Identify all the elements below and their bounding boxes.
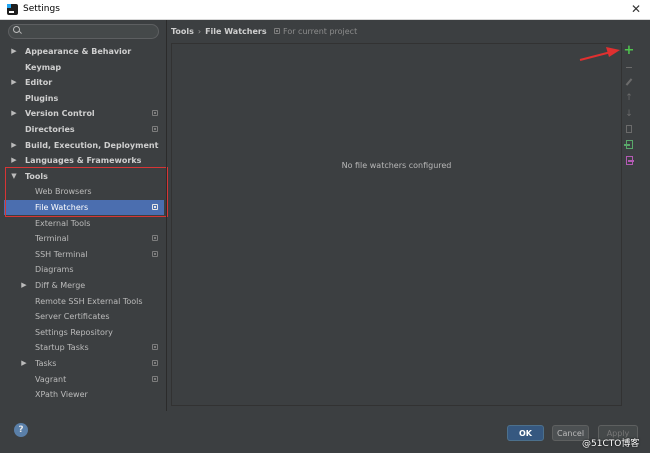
breadcrumb-parent[interactable]: Tools xyxy=(171,27,194,36)
sidebar-item-label: Terminal xyxy=(35,234,69,244)
sidebar-divider[interactable] xyxy=(166,20,167,411)
sidebar-item-label: Build, Execution, Deployment xyxy=(25,140,159,150)
sidebar-item[interactable]: Server Certificates xyxy=(4,309,164,324)
sidebar-item-label: Appearance & Behavior xyxy=(25,47,132,56)
expand-arrow-right-icon[interactable]: ▶ xyxy=(20,356,28,371)
search-input[interactable] xyxy=(25,25,153,38)
sidebar-item[interactable]: Startup Tasks xyxy=(4,340,164,355)
sidebar-item[interactable]: Keymap xyxy=(4,60,164,75)
expand-arrow-right-icon[interactable]: ▶ xyxy=(10,75,18,90)
sidebar-item[interactable]: ▶ Tasks xyxy=(4,356,164,371)
sidebar-item[interactable]: Terminal xyxy=(4,231,164,246)
breadcrumb-separator: › xyxy=(197,27,202,36)
sidebar-item[interactable]: ▶ Version Control xyxy=(4,106,164,121)
sidebar-item-label: SSH Terminal xyxy=(35,249,88,259)
file-watchers-list[interactable]: No file watchers configured xyxy=(171,43,622,406)
project-scope-icon xyxy=(274,28,280,34)
sidebar-item-label: Plugins xyxy=(25,93,59,103)
sidebar-item-label: External Tools xyxy=(35,218,91,228)
sidebar-item[interactable]: External Tools xyxy=(4,216,164,231)
sidebar-item[interactable]: XPath Viewer xyxy=(4,387,164,402)
sidebar-item[interactable]: Web Browsers xyxy=(4,184,164,199)
sidebar-item-label: Tasks xyxy=(35,359,57,368)
sidebar-item-label: Tools xyxy=(25,171,48,181)
sidebar-item-label: Version Control xyxy=(25,109,95,119)
project-scope-icon xyxy=(152,126,158,132)
sidebar-item[interactable]: ▶ Editor xyxy=(4,75,164,90)
project-scope-icon xyxy=(152,250,158,257)
sidebar-item[interactable]: ▶ Languages & Frameworks xyxy=(4,153,164,168)
project-scope-icon xyxy=(152,360,158,366)
export-icon[interactable] xyxy=(623,155,635,167)
sidebar-item[interactable]: ▼ Tools xyxy=(4,169,164,184)
remove-icon[interactable] xyxy=(623,61,635,73)
sidebar-item-label: Vagrant xyxy=(35,374,67,384)
sidebar-item[interactable]: SSH Terminal xyxy=(4,247,164,262)
expand-arrow-right-icon[interactable]: ▶ xyxy=(10,138,18,153)
sidebar-item[interactable]: Plugins xyxy=(4,91,164,106)
sidebar-item-label: File Watchers xyxy=(35,203,89,212)
title-bar: Settings ✕ xyxy=(0,0,650,20)
sidebar-item-label: Server Certificates xyxy=(35,312,110,322)
sidebar-item-label: Remote SSH External Tools xyxy=(35,296,143,306)
close-icon[interactable]: ✕ xyxy=(631,2,641,16)
sidebar-item-label: Startup Tasks xyxy=(35,343,89,353)
expand-arrow-right-icon[interactable]: ▶ xyxy=(10,153,18,168)
sidebar-item-label: Settings Repository xyxy=(35,327,113,337)
sidebar-item-label: Web Browsers xyxy=(35,187,92,197)
project-scope-icon xyxy=(152,110,158,117)
move-up-icon[interactable]: ↑ xyxy=(623,92,635,104)
sidebar-item[interactable]: Settings Repository xyxy=(4,325,164,340)
project-scope-icon xyxy=(152,344,158,351)
sidebar-item[interactable]: ▶ Build, Execution, Deployment xyxy=(4,138,164,153)
sidebar-item[interactable]: ▶ Appearance & Behavior xyxy=(4,44,164,59)
project-scope-label: For current project xyxy=(283,27,358,36)
sidebar-item-label: Directories xyxy=(25,125,75,134)
expand-arrow-right-icon[interactable]: ▶ xyxy=(10,106,18,121)
expand-arrow-right-icon[interactable]: ▶ xyxy=(20,278,28,293)
window-title: Settings xyxy=(23,4,60,14)
watermark-text: @51CTO博客 xyxy=(582,439,640,449)
settings-sidebar: ▶ Appearance & Behavior Keymap ▶ Editor Plugi… xyxy=(0,20,166,411)
sidebar-item[interactable]: Vagrant xyxy=(4,372,164,387)
sidebar-item[interactable]: Remote SSH External Tools xyxy=(4,294,164,309)
expand-arrow-down-icon[interactable]: ▼ xyxy=(10,169,18,184)
app-logo-icon xyxy=(7,4,18,15)
project-scope-icon xyxy=(152,375,158,382)
breadcrumb-current: File Watchers xyxy=(205,27,267,36)
add-icon[interactable]: + xyxy=(623,44,635,57)
ok-button[interactable]: OK xyxy=(507,425,544,441)
project-scope-icon xyxy=(152,235,158,242)
sidebar-item-label: Diagrams xyxy=(35,265,74,275)
search-icon xyxy=(13,26,20,33)
sidebar-item[interactable]: Diagrams xyxy=(4,262,164,277)
expand-arrow-right-icon[interactable]: ▶ xyxy=(10,44,18,59)
sidebar-item-label: Editor xyxy=(25,78,53,88)
move-down-icon[interactable]: ↓ xyxy=(623,108,635,120)
import-icon[interactable] xyxy=(623,139,635,151)
project-scope-note: For current project xyxy=(274,26,357,38)
sidebar-item-label: Languages & Frameworks xyxy=(25,156,142,166)
help-icon[interactable]: ? xyxy=(14,423,28,437)
breadcrumb: Tools › File Watchers xyxy=(171,26,267,38)
edit-icon[interactable] xyxy=(623,76,635,88)
sidebar-item[interactable]: File Watchers xyxy=(4,200,164,215)
sidebar-item-label: XPath Viewer xyxy=(35,390,88,400)
project-scope-icon xyxy=(152,204,158,210)
empty-state-text: No file watchers configured xyxy=(341,161,452,170)
sidebar-item[interactable]: Directories xyxy=(4,122,164,137)
copy-icon[interactable] xyxy=(623,123,635,135)
sidebar-item-label: Diff & Merge xyxy=(35,281,86,290)
sidebar-item[interactable]: ▶ Diff & Merge xyxy=(4,278,164,293)
sidebar-item-label: Keymap xyxy=(25,62,62,72)
search-box[interactable] xyxy=(8,24,159,39)
